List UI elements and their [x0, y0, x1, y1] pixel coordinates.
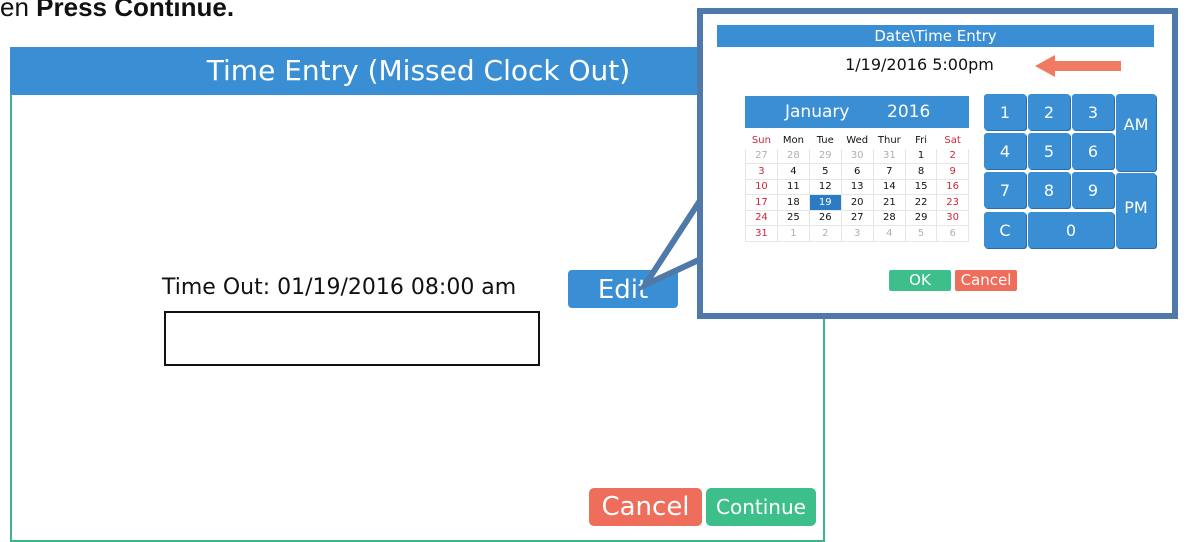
- calendar-day[interactable]: 7: [872, 163, 906, 180]
- keypad-0[interactable]: 0: [1028, 212, 1114, 248]
- calendar-day[interactable]: 27: [840, 209, 874, 226]
- weekday-label: Mon: [776, 132, 810, 149]
- calendar-day[interactable]: 31: [745, 225, 778, 242]
- date-time-entry-popup: Date\Time Entry 1/19/2016 5:00pm January…: [697, 8, 1178, 319]
- calendar-day[interactable]: 1: [904, 147, 938, 164]
- weekday-label: Thur: [872, 132, 906, 149]
- calendar-day[interactable]: 9: [936, 163, 969, 180]
- calendar-day[interactable]: 26: [808, 209, 842, 226]
- calendar-day[interactable]: 21: [872, 194, 906, 211]
- keypad-3[interactable]: 3: [1072, 94, 1114, 130]
- calendar-day[interactable]: 15: [904, 178, 938, 195]
- keypad-8[interactable]: 8: [1028, 172, 1070, 208]
- calendar-day[interactable]: 10: [745, 178, 778, 195]
- keypad-pm[interactable]: PM: [1116, 173, 1156, 248]
- calendar-day[interactable]: 29: [904, 209, 938, 226]
- weekday-label: Fri: [904, 132, 938, 149]
- calendar-day[interactable]: 4: [776, 163, 810, 180]
- keypad-7[interactable]: 7: [984, 172, 1026, 208]
- calendar-grid: Sun Mon Tue Wed Thur Fri Sat 27 28 29 30…: [745, 132, 969, 242]
- keypad-2[interactable]: 2: [1028, 94, 1070, 130]
- calendar-day[interactable]: 24: [745, 209, 778, 226]
- weekday-label: Sat: [936, 132, 969, 149]
- keypad-am[interactable]: AM: [1116, 94, 1156, 171]
- calendar-day-selected[interactable]: 19: [808, 194, 842, 211]
- calendar-month: January: [785, 102, 850, 122]
- calendar-day[interactable]: 28: [872, 209, 906, 226]
- keypad-1[interactable]: 1: [984, 94, 1026, 130]
- calendar-day[interactable]: 1: [776, 225, 810, 242]
- keypad-9[interactable]: 9: [1072, 172, 1114, 208]
- calendar-day[interactable]: 3: [745, 163, 778, 180]
- calendar-day[interactable]: 6: [840, 163, 874, 180]
- calendar-day[interactable]: 17: [745, 194, 778, 211]
- calendar-day[interactable]: 12: [808, 178, 842, 195]
- keypad-clear[interactable]: C: [984, 212, 1026, 248]
- weekday-label: Tue: [808, 132, 842, 149]
- left-arrow-icon: [1035, 55, 1121, 77]
- popup-cancel-button[interactable]: Cancel: [955, 270, 1017, 291]
- calendar-year: 2016: [887, 102, 931, 122]
- calendar-day[interactable]: 30: [936, 209, 969, 226]
- calendar-day[interactable]: 22: [904, 194, 938, 211]
- calendar-day[interactable]: 31: [872, 147, 906, 164]
- weekday-label: Sun: [745, 132, 778, 149]
- calendar-day[interactable]: 5: [808, 163, 842, 180]
- calendar-day[interactable]: 11: [776, 178, 810, 195]
- weekday-label: Wed: [840, 132, 874, 149]
- calendar-day[interactable]: 2: [808, 225, 842, 242]
- ok-button[interactable]: OK: [889, 270, 951, 291]
- calendar-day[interactable]: 28: [776, 147, 810, 164]
- calendar-day[interactable]: 23: [936, 194, 969, 211]
- calendar-day[interactable]: 5: [904, 225, 938, 242]
- calendar-day[interactable]: 2: [936, 147, 969, 164]
- calendar-day[interactable]: 6: [936, 225, 969, 242]
- calendar-day[interactable]: 30: [840, 147, 874, 164]
- calendar-day[interactable]: 4: [872, 225, 906, 242]
- calendar-day[interactable]: 13: [840, 178, 874, 195]
- calendar-day[interactable]: 8: [904, 163, 938, 180]
- calendar-day[interactable]: 3: [840, 225, 874, 242]
- keypad-4[interactable]: 4: [984, 133, 1026, 169]
- calendar-day[interactable]: 16: [936, 178, 969, 195]
- calendar-day[interactable]: 18: [776, 194, 810, 211]
- calendar-day[interactable]: 25: [776, 209, 810, 226]
- calendar-day[interactable]: 20: [840, 194, 874, 211]
- calendar-day[interactable]: 14: [872, 178, 906, 195]
- calendar-header: January 2016: [745, 96, 969, 128]
- calendar-day[interactable]: 29: [808, 147, 842, 164]
- keypad-5[interactable]: 5: [1028, 133, 1070, 169]
- calendar-day[interactable]: 27: [745, 147, 778, 164]
- popup-title: Date\Time Entry: [717, 25, 1154, 47]
- keypad-6[interactable]: 6: [1072, 133, 1114, 169]
